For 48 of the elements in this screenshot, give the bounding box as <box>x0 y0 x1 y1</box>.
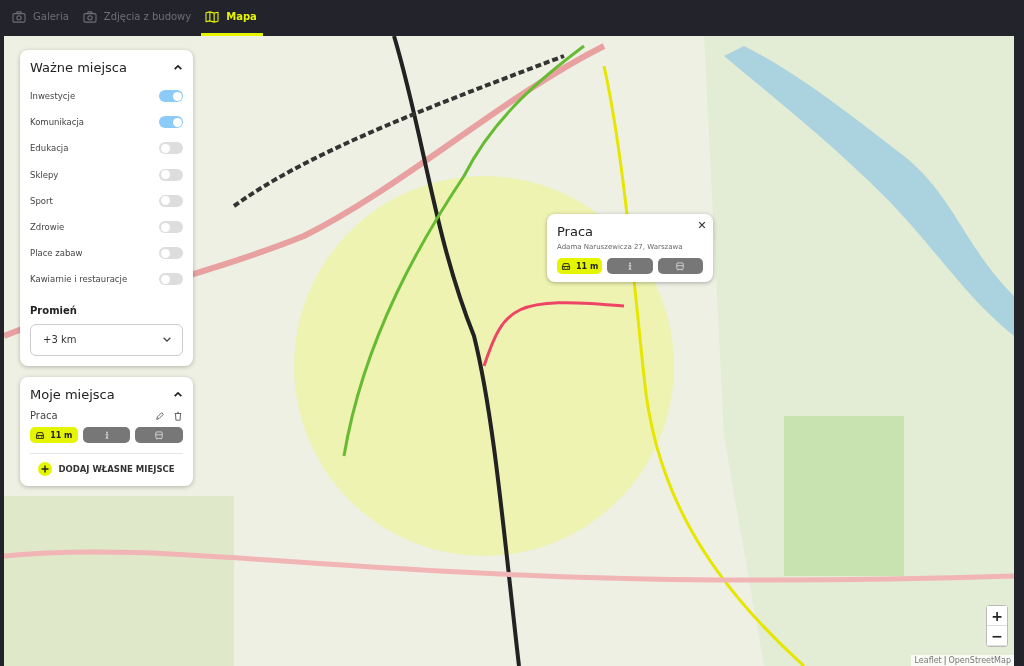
layer-label: Place zabaw <box>30 248 83 259</box>
add-place-button[interactable]: DODAJ WŁASNE MIEJSCE <box>30 453 183 476</box>
car-icon <box>561 261 572 271</box>
travel-mode-button[interactable] <box>607 258 653 274</box>
travel-mode-button[interactable] <box>657 258 703 274</box>
layer-label: Edukacja <box>30 143 69 154</box>
layer-label: Inwestycje <box>30 91 76 102</box>
travel-mode-button[interactable] <box>135 427 183 443</box>
layer-label: Komunikacja <box>30 117 84 128</box>
separator: | <box>943 656 947 665</box>
zoom-in-button[interactable]: + <box>987 606 1007 626</box>
toggle-switch[interactable] <box>159 168 183 181</box>
collapse-icon[interactable] <box>173 391 183 398</box>
travel-mode-button[interactable]: 11 m <box>557 258 603 274</box>
toggle-switch[interactable] <box>159 90 183 103</box>
place-name: Praca <box>30 410 59 421</box>
trash-icon[interactable] <box>173 410 183 421</box>
plus-icon <box>38 462 53 476</box>
walking-person-icon <box>625 261 635 271</box>
radius-label: Promień <box>30 304 78 316</box>
toggle-switch[interactable] <box>159 116 183 129</box>
panel-title: Moje miejsca <box>30 387 115 402</box>
layer-label: Zdrowie <box>30 222 65 233</box>
panel-title: Ważne miejsca <box>30 60 127 75</box>
pencil-icon[interactable] <box>155 410 165 421</box>
close-icon[interactable] <box>698 221 706 229</box>
travel-mode-button[interactable] <box>82 427 131 443</box>
toggle-switch[interactable] <box>159 273 183 286</box>
toggle-switch[interactable] <box>159 247 183 260</box>
chevron-down-icon <box>162 336 172 343</box>
popup-title: Praca <box>557 224 595 239</box>
collapse-icon[interactable] <box>173 64 183 71</box>
camera-icon <box>12 10 26 23</box>
car-icon <box>35 430 46 440</box>
toggle-switch[interactable] <box>159 142 183 155</box>
toggle-switch[interactable] <box>159 194 183 207</box>
radius-dropdown[interactable]: +3 km <box>30 323 183 356</box>
travel-mode-button[interactable]: 11 m <box>30 427 78 443</box>
bus-icon <box>154 430 165 440</box>
bus-icon <box>675 261 686 271</box>
camera-icon <box>82 10 97 23</box>
toggle-switch[interactable] <box>159 221 183 234</box>
layer-label: Kawiarnie i restauracje <box>30 274 128 285</box>
leaflet-link[interactable]: Leaflet <box>914 656 942 665</box>
map-icon <box>205 10 220 23</box>
layer-label: Sklepy <box>30 169 59 180</box>
openstreetmap-link[interactable]: OpenStreetMap <box>948 656 1011 665</box>
layer-label: Sport <box>30 195 53 206</box>
